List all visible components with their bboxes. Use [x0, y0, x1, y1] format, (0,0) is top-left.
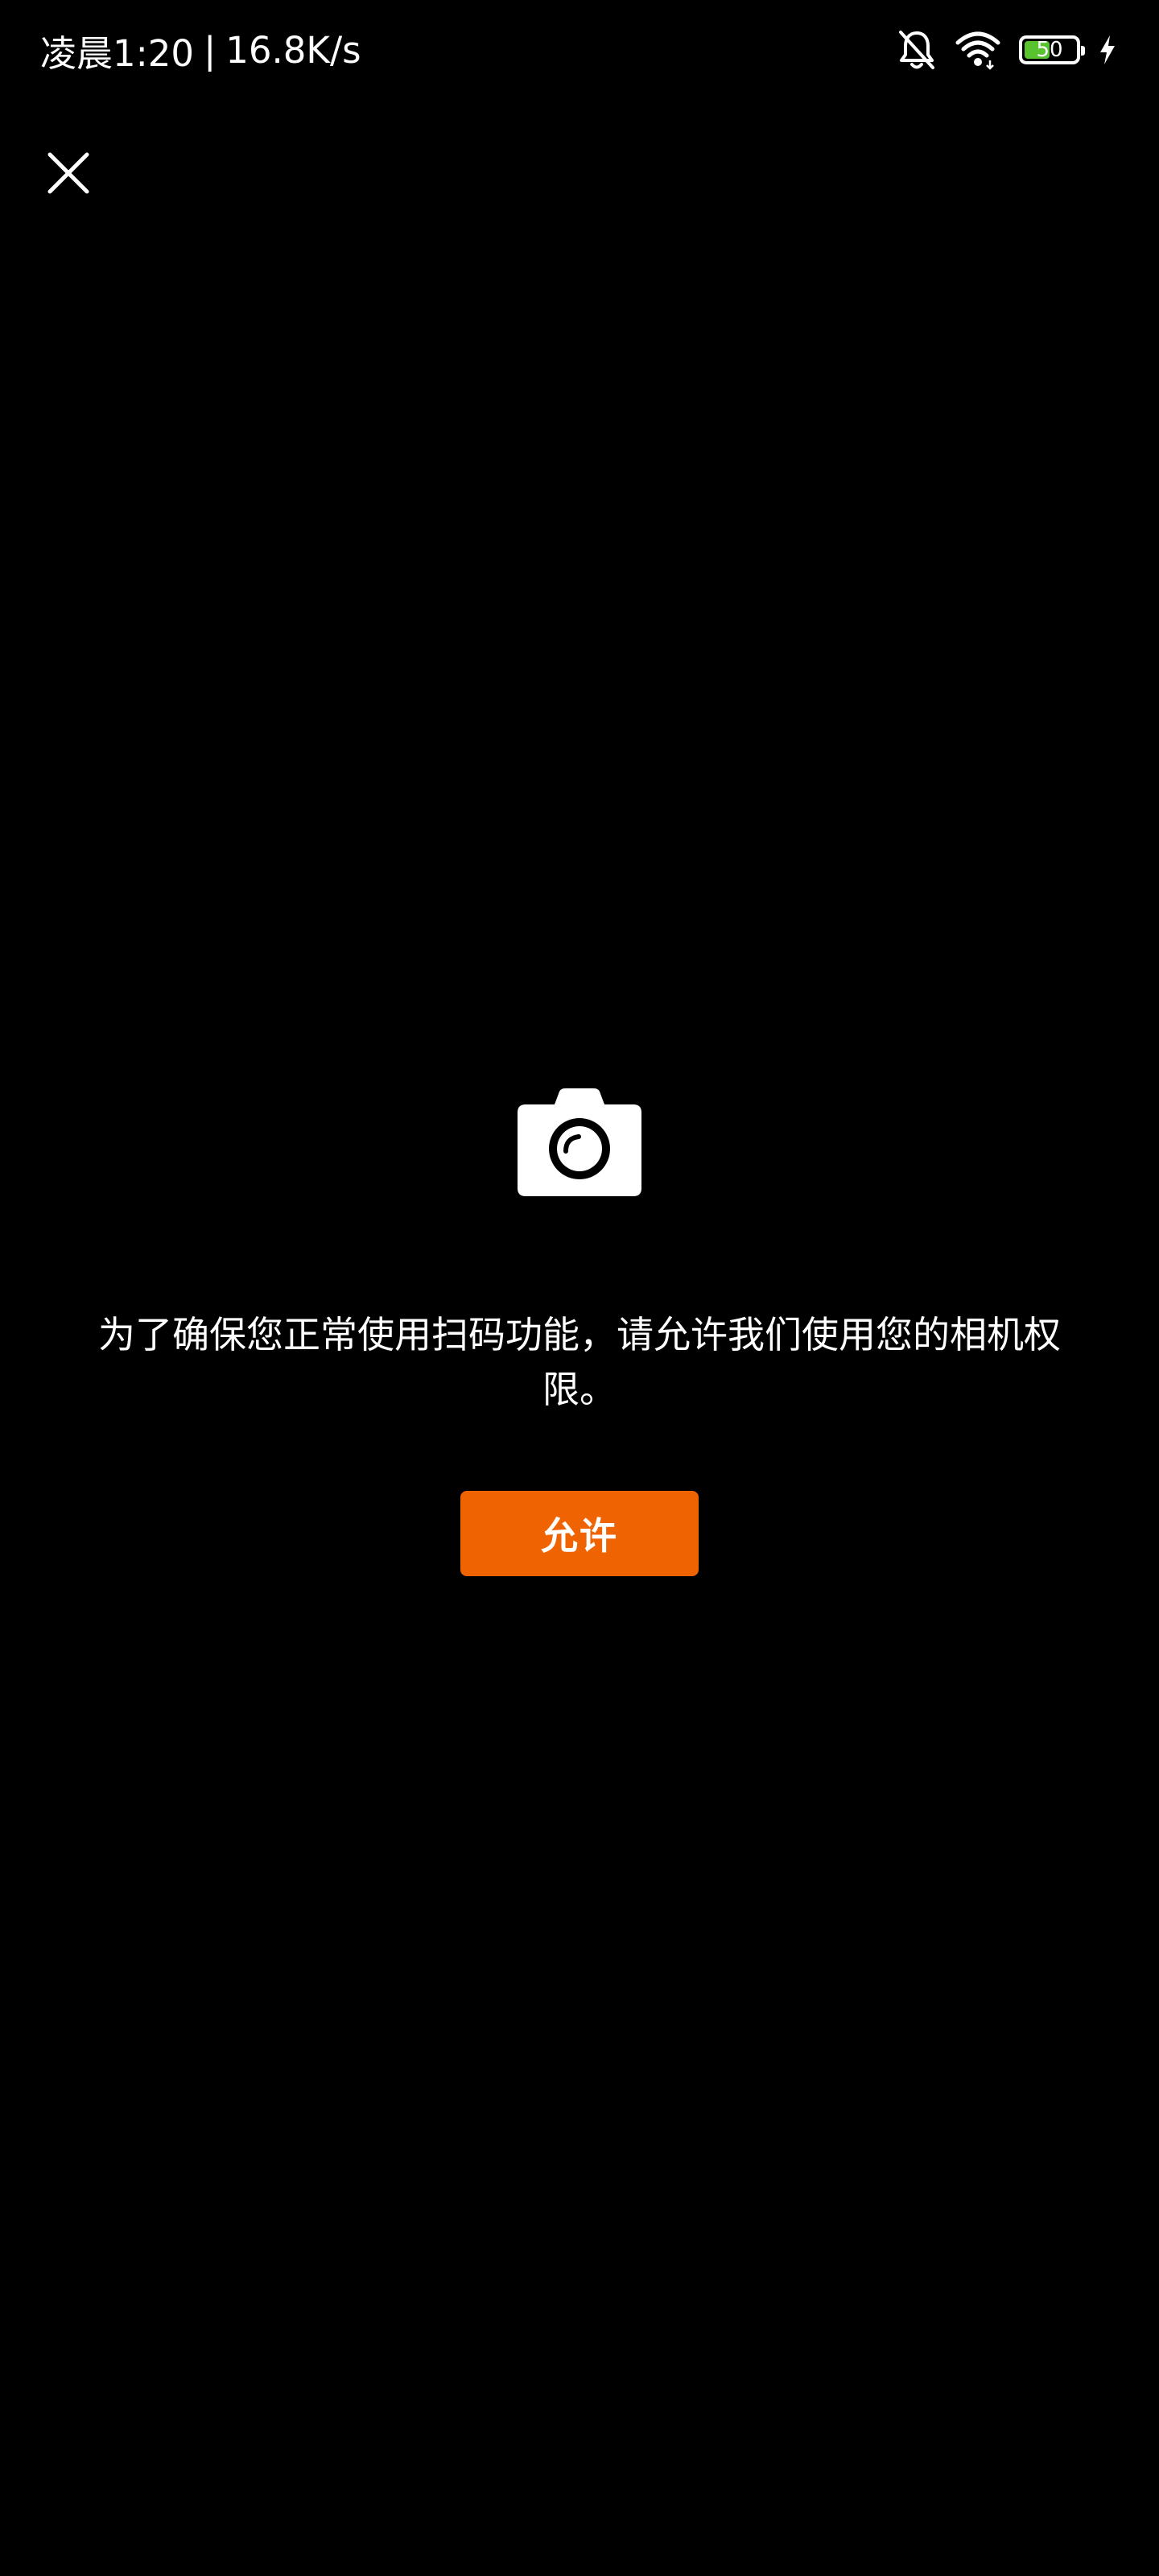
- battery-icon: 50: [1019, 35, 1085, 64]
- battery-nub: [1081, 46, 1085, 56]
- status-bar: 凌晨1:20 | 16.8K/s 50: [0, 0, 1159, 100]
- permission-message: 为了确保您正常使用扫码功能，请允许我们使用您的相机权限。: [98, 1313, 1061, 1411]
- status-time: 凌晨1:20: [40, 31, 195, 75]
- status-left: 凌晨1:20 | 16.8K/s: [40, 24, 361, 76]
- bell-muted-icon: [897, 28, 937, 72]
- close-icon: [47, 152, 89, 194]
- charging-bolt-icon: [1098, 35, 1117, 65]
- camera-icon: [514, 1088, 645, 1201]
- status-right: 50: [897, 24, 1117, 76]
- status-separator: |: [204, 28, 217, 72]
- battery-level: 50: [1036, 38, 1063, 62]
- allow-button[interactable]: 允许: [460, 1491, 699, 1576]
- wifi-icon: [955, 30, 1001, 70]
- network-speed: 16.8K/s: [225, 28, 361, 72]
- close-button[interactable]: [32, 137, 105, 209]
